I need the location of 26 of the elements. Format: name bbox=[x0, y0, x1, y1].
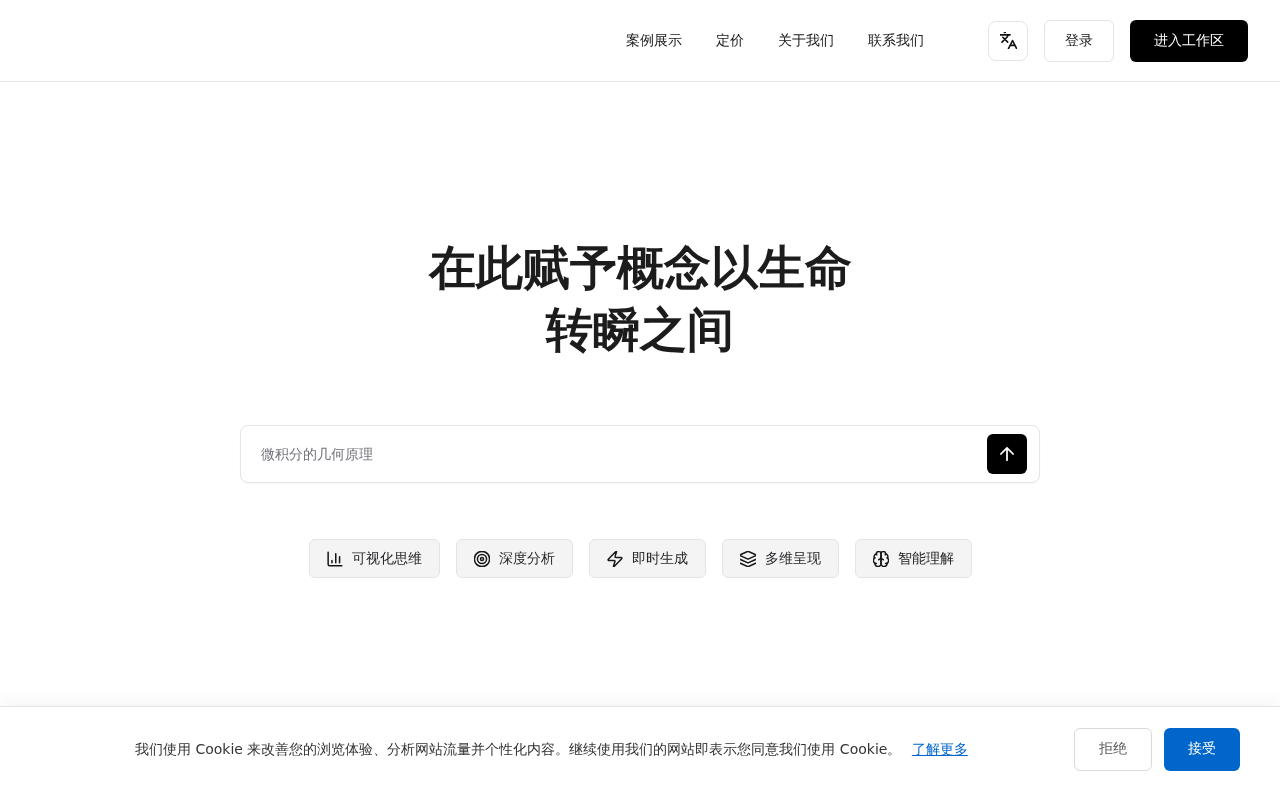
submit-button[interactable] bbox=[987, 434, 1027, 474]
language-button[interactable] bbox=[988, 20, 1028, 61]
target-icon bbox=[473, 550, 490, 567]
accept-button[interactable]: 接受 bbox=[1164, 727, 1240, 771]
feature-chip[interactable]: 即时生成 bbox=[588, 539, 706, 578]
hero-title: 在此赋予概念以生命 转瞬之间 bbox=[428, 239, 852, 359]
brain-icon bbox=[872, 550, 889, 567]
arrow-up-icon bbox=[1000, 447, 1014, 461]
feature-chip[interactable]: 可视化思维 bbox=[308, 539, 440, 578]
layers-icon bbox=[739, 550, 756, 567]
feature-chip[interactable]: 智能理解 bbox=[854, 539, 972, 578]
login-button[interactable]: 登录 bbox=[1044, 19, 1114, 62]
decline-button[interactable]: 拒绝 bbox=[1074, 727, 1152, 771]
translate-icon bbox=[999, 32, 1017, 49]
nav-link[interactable]: 案例展示 bbox=[626, 29, 682, 50]
cookie-notice: 我们使用 Cookie 来改善您的浏览体验、分析网站流量并个性化内容。继续使用我们的网站即表示您同意我们使用 Cookie。 了解更多 bbox=[135, 740, 968, 759]
feature-chip[interactable]: 多维呈现 bbox=[721, 539, 839, 578]
nav-link[interactable]: 定价 bbox=[716, 29, 744, 50]
workspace-button[interactable]: 进入工作区 bbox=[1130, 19, 1248, 62]
nav-link[interactable]: 联系我们 bbox=[868, 29, 924, 50]
lightning-icon bbox=[606, 550, 623, 567]
search-field[interactable]: 微积分的几何原理 bbox=[240, 425, 1040, 483]
learn-more-link[interactable]: 了解更多 bbox=[911, 741, 968, 757]
bar-chart-icon bbox=[326, 550, 343, 567]
nav-link[interactable]: 关于我们 bbox=[778, 29, 834, 50]
feature-chip[interactable]: 深度分析 bbox=[455, 539, 573, 578]
